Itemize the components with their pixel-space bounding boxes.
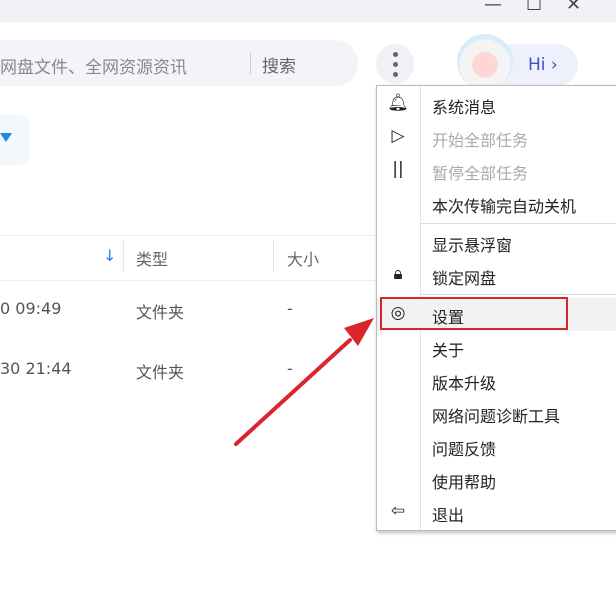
menu-item-upgrade[interactable]: 版本升级	[377, 364, 616, 397]
menu-item-network-diagnostics[interactable]: 网络问题诊断工具	[377, 397, 616, 430]
dropdown-arrow-icon	[0, 133, 12, 142]
divider	[0, 280, 376, 281]
close-button[interactable]: ✕	[566, 0, 581, 15]
play-icon: ▷	[391, 126, 405, 146]
annotation-highlight-box	[380, 297, 568, 330]
menu-item-label: 问题反馈	[432, 440, 497, 459]
column-header-type[interactable]: 类型	[136, 246, 168, 270]
menu-item-lock[interactable]: 🔒︎ 锁定网盘	[377, 259, 616, 292]
filter-dropdown[interactable]	[0, 115, 30, 165]
maximize-button[interactable]: ☐	[526, 0, 542, 15]
minimize-button[interactable]: —	[484, 0, 502, 15]
logout-icon: ⇦	[390, 501, 406, 521]
menu-separator	[421, 294, 616, 295]
divider	[0, 235, 376, 236]
search-box[interactable]: 网盘文件、全网资源资讯 搜索	[0, 40, 358, 86]
menu-separator	[421, 223, 616, 224]
row-date: 30 21:44	[0, 359, 72, 378]
menu-item-label: 系统消息	[432, 98, 497, 117]
search-input[interactable]: 网盘文件、全网资源资讯	[0, 53, 187, 78]
bell-icon: 🔔︎	[387, 93, 409, 113]
menu-item-system-messages[interactable]: 🔔︎ 系统消息	[377, 88, 616, 121]
lock-icon: 🔒︎	[393, 264, 403, 284]
menu-item-help[interactable]: 使用帮助	[377, 463, 616, 496]
menu-item-label: 显示悬浮窗	[432, 236, 513, 255]
menu-item-auto-shutdown[interactable]: 本次传输完自动关机	[377, 187, 616, 220]
more-menu-button[interactable]	[376, 44, 414, 84]
row-type: 文件夹	[136, 363, 185, 382]
column-header-size[interactable]: 大小	[287, 246, 319, 270]
sort-arrow-icon[interactable]: ↓	[103, 246, 116, 265]
menu-item-label: 开始全部任务	[432, 131, 529, 150]
menu-item-label: 本次传输完自动关机	[432, 197, 577, 216]
column-divider	[123, 240, 124, 272]
menu-item-label: 暂停全部任务	[432, 164, 529, 183]
row-size: -	[287, 359, 293, 378]
menu-item-label: 版本升级	[432, 374, 497, 393]
pause-icon: ||	[392, 159, 404, 179]
menu-item-label: 使用帮助	[432, 473, 497, 492]
menu-item-floating-window[interactable]: 显示悬浮窗	[377, 226, 616, 259]
menu-item-pause-all[interactable]: || 暂停全部任务	[377, 154, 616, 187]
column-divider	[273, 240, 274, 272]
row-date: 0 09:49	[0, 299, 62, 318]
menu-item-start-all[interactable]: ▷ 开始全部任务	[377, 121, 616, 154]
menu-item-label: 关于	[432, 341, 465, 360]
row-size: -	[287, 299, 293, 318]
menu-item-label: 锁定网盘	[432, 269, 497, 288]
menu-item-about[interactable]: 关于	[377, 331, 616, 364]
greeting-label: Hi ›	[528, 55, 558, 75]
avatar[interactable]	[457, 34, 513, 90]
search-divider	[250, 52, 251, 74]
title-bar: — ☐ ✕	[0, 0, 616, 22]
search-button[interactable]: 搜索	[262, 52, 296, 77]
menu-item-label: 网络问题诊断工具	[432, 407, 561, 426]
row-type: 文件夹	[136, 303, 185, 322]
menu-item-exit[interactable]: ⇦ 退出	[377, 496, 616, 529]
menu-item-feedback[interactable]: 问题反馈	[377, 430, 616, 463]
menu-item-label: 退出	[432, 506, 465, 525]
